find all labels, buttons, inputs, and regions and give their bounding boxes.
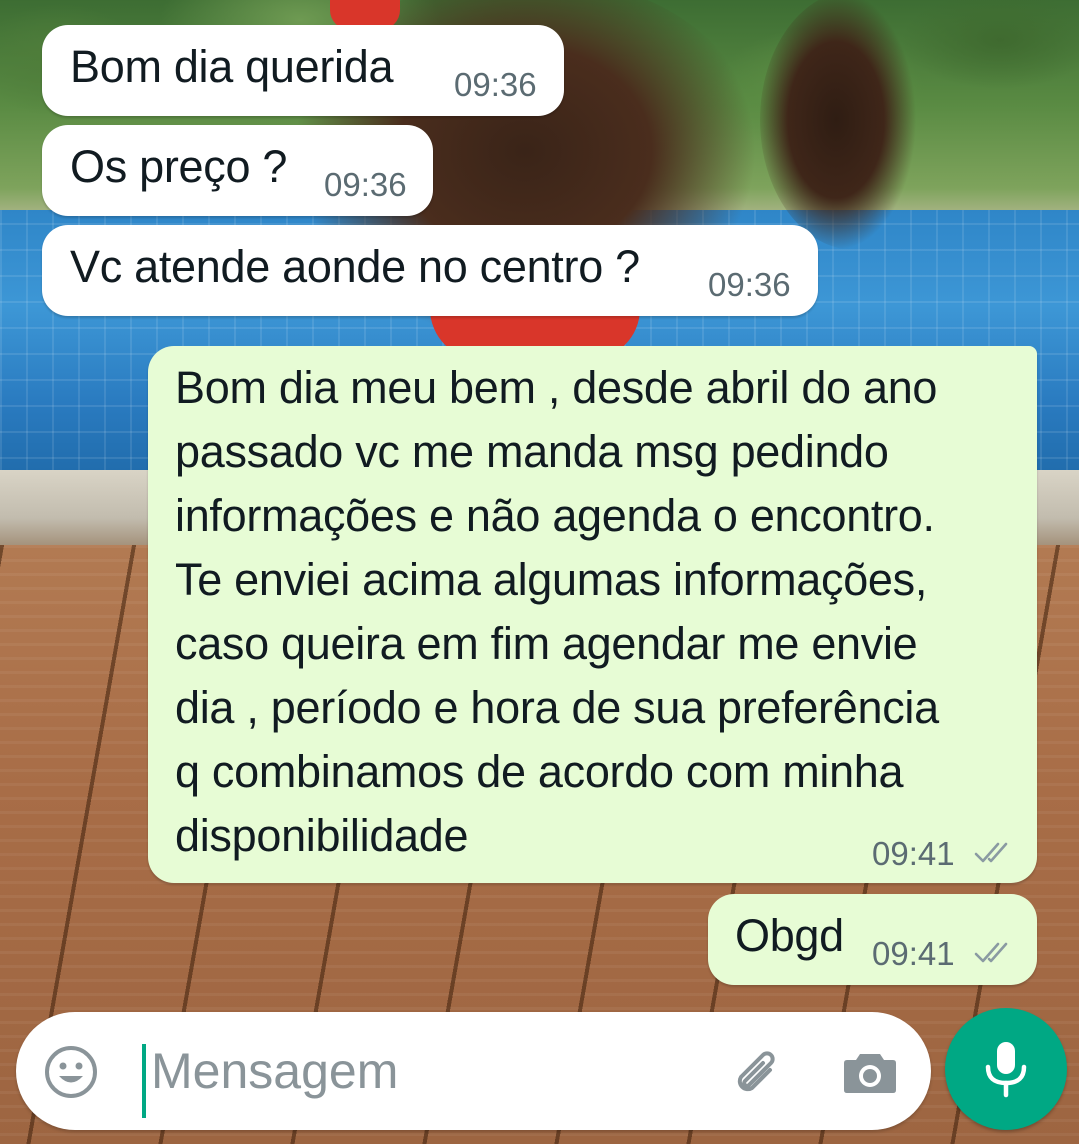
- message-bubble-incoming[interactable]: Vc atende aonde no centro ? 09:36: [42, 225, 818, 316]
- message-text: Bom dia meu bem , desde abril do ano pas…: [175, 362, 939, 861]
- message-input[interactable]: Mensagem: [151, 1042, 398, 1100]
- message-text: Vc atende aonde no centro ?: [70, 241, 640, 292]
- message-time: 09:36: [708, 266, 791, 303]
- microphone-button[interactable]: [945, 1008, 1067, 1130]
- message-text: Obgd: [735, 910, 844, 961]
- paperclip-icon[interactable]: [724, 1042, 782, 1100]
- camera-icon[interactable]: [840, 1042, 900, 1102]
- microphone-icon: [985, 1042, 1027, 1098]
- message-time: 09:36: [324, 166, 407, 203]
- message-bubble-incoming[interactable]: Os preço ? 09:36: [42, 125, 433, 216]
- read-receipt-icon: [974, 942, 1008, 963]
- message-time: 09:41: [872, 835, 955, 872]
- message-text: Bom dia querida: [70, 41, 394, 92]
- message-time: 09:41: [872, 935, 955, 972]
- message-text: Os preço ?: [70, 141, 288, 192]
- message-bubble-outgoing[interactable]: Bom dia meu bem , desde abril do ano pas…: [148, 346, 1037, 883]
- text-cursor: [142, 1044, 146, 1118]
- wallpaper-figure-arm: [760, 0, 950, 250]
- message-bubble-outgoing[interactable]: Obgd 09:41: [708, 894, 1037, 985]
- message-time: 09:36: [454, 66, 537, 103]
- message-bubble-incoming[interactable]: Bom dia querida 09:36: [42, 25, 564, 116]
- message-composer[interactable]: Mensagem: [16, 1012, 931, 1130]
- read-receipt-icon: [974, 842, 1008, 863]
- emoji-icon[interactable]: [44, 1045, 98, 1099]
- chat-screen: Bom dia querida 09:36 Os preço ? 09:36 V…: [0, 0, 1079, 1144]
